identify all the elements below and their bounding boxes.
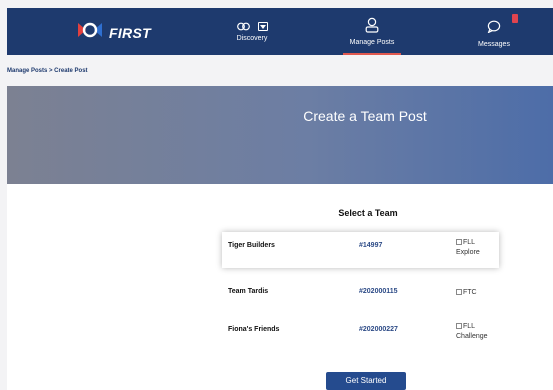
team-name: Tiger Builders: [228, 242, 275, 249]
broken-image-icon: [456, 323, 462, 329]
first-logo-icon: [75, 21, 105, 44]
team-number: #202000115: [359, 288, 398, 295]
team-number: #202000227: [359, 326, 398, 333]
get-started-button[interactable]: Get Started: [326, 372, 406, 390]
notification-badge: [512, 14, 518, 23]
discovery-icon: [236, 18, 250, 36]
team-row[interactable]: Fiona's Friends #202000227 FLL Challenge: [222, 316, 499, 352]
broken-image-icon: [456, 289, 462, 295]
dropdown-toggle-icon[interactable]: [257, 22, 268, 31]
team-row-selected[interactable]: Tiger Builders #14997 FLL Explore: [222, 232, 499, 268]
nav-manage-posts[interactable]: Manage Posts: [340, 8, 404, 55]
top-navbar: FIRST Discovery Manage Posts Messages: [7, 8, 553, 55]
nav-discovery-label: Discovery: [236, 35, 268, 42]
nav-discovery[interactable]: Discovery: [225, 8, 279, 55]
page-title: Create a Team Post: [303, 108, 427, 124]
active-tab-indicator: [343, 53, 401, 55]
program-image-alt: FLL Challenge: [456, 323, 488, 340]
program-image-alt: FTC: [456, 288, 477, 298]
chat-bubble-icon: [487, 20, 501, 37]
team-name: Team Tardis: [228, 288, 269, 295]
first-logo[interactable]: FIRST: [75, 21, 151, 44]
hero-banner: Create a Team Post: [7, 86, 553, 184]
team-name: Fiona's Friends: [228, 326, 280, 333]
team-number: #14997: [359, 242, 383, 249]
broken-image-icon: [456, 239, 462, 245]
logo-text: FIRST: [109, 24, 151, 41]
team-row[interactable]: Team Tardis #202000115 FTC: [222, 278, 499, 314]
person-icon: [365, 17, 379, 37]
breadcrumb[interactable]: Manage Posts > Create Post: [7, 68, 88, 74]
nav-manage-posts-label: Manage Posts: [349, 39, 395, 46]
select-team-heading: Select a Team: [338, 208, 398, 218]
program-image-alt: FLL Explore: [456, 239, 480, 256]
nav-messages-label: Messages: [478, 41, 510, 48]
